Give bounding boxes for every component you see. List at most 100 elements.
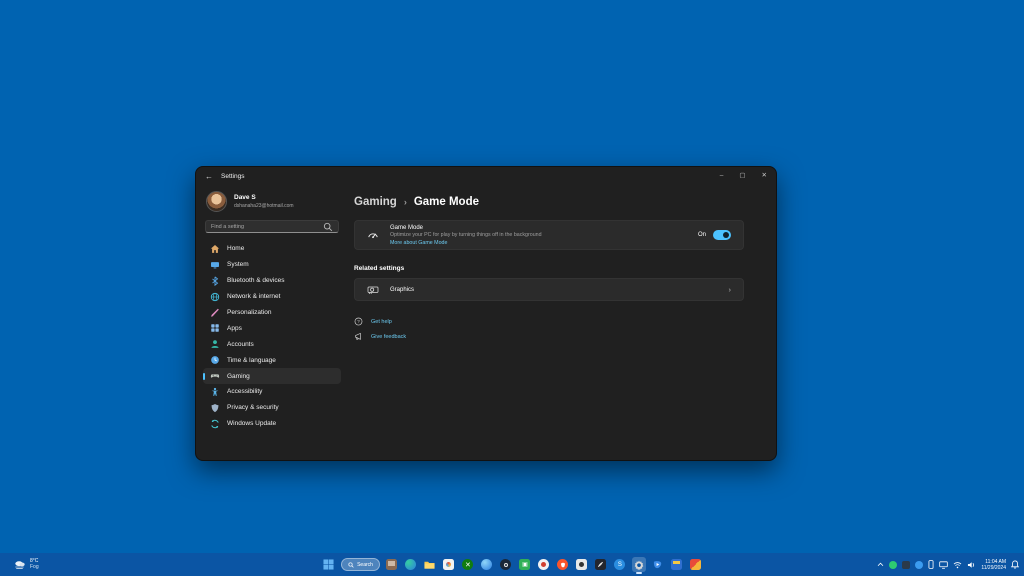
taskbar-app-media[interactable] <box>537 557 551 572</box>
antivirus-tray-icon[interactable] <box>889 561 897 569</box>
fog-cloud-icon <box>13 559 26 570</box>
settings-window: ← Settings – ▢ ✕ Dave S dshanaha23@hotma… <box>195 166 777 461</box>
game-mode-card[interactable]: Game Mode Optimize your PC for play by t… <box>354 220 744 250</box>
sidebar-item-bluetooth-devices[interactable]: Bluetooth & devices <box>203 273 341 289</box>
sidebar-item-windows-update[interactable]: Windows Update <box>203 416 341 432</box>
sidebar-item-system[interactable]: System <box>203 257 341 273</box>
taskbar-app-xbox[interactable]: ✕ <box>461 557 475 572</box>
wifi-icon[interactable] <box>953 561 962 569</box>
back-button[interactable]: ← <box>205 172 213 181</box>
chevron-right-icon: › <box>729 285 732 294</box>
breadcrumb: Gaming › Game Mode <box>354 196 744 208</box>
volume-icon[interactable] <box>967 561 976 569</box>
device-app-icon <box>386 559 397 570</box>
taskbar-app-edge[interactable] <box>404 557 418 572</box>
help-icon: ? <box>354 317 363 326</box>
search-input[interactable] <box>211 224 323 230</box>
titlebar: ← Settings – ▢ ✕ <box>196 167 776 185</box>
feedback-megaphone-icon <box>354 332 363 341</box>
sidebar-item-time-language[interactable]: Time & language <box>203 352 341 368</box>
graphics-label: Graphics <box>390 287 414 293</box>
taskbar-app-settings[interactable] <box>632 557 646 572</box>
taskbar-app-skype[interactable]: S <box>613 557 627 572</box>
copilot-icon <box>481 559 492 570</box>
taskbar-app-brave[interactable] <box>556 557 570 572</box>
sidebar-item-accounts[interactable]: Accounts <box>203 336 341 352</box>
phone-link-icon[interactable] <box>928 560 934 569</box>
taskbar-app-camera[interactable] <box>575 557 589 572</box>
sidebar-item-accessibility[interactable]: Accessibility <box>203 384 341 400</box>
dark-tray-app-icon[interactable] <box>902 561 910 569</box>
sidebar-item-home[interactable]: Home <box>203 241 341 257</box>
sidebar-item-privacy-security[interactable]: Privacy & security <box>203 400 341 416</box>
taskbar-app-copilot[interactable] <box>480 557 494 572</box>
toggle-knob <box>723 232 729 238</box>
taskbar-app-file-explorer[interactable] <box>423 557 437 572</box>
sidebar-item-label: System <box>227 261 249 268</box>
hidden-icons-chevron[interactable] <box>877 562 884 567</box>
desktop: ← Settings – ▢ ✕ Dave S dshanaha23@hotma… <box>0 0 1024 576</box>
give-feedback-link[interactable]: Give feedback <box>354 332 744 341</box>
game-mode-title: Game Mode <box>390 225 542 231</box>
maximize-button[interactable]: ▢ <box>739 173 745 180</box>
taskbar-app-device[interactable] <box>385 557 399 572</box>
taskbar-app-photos[interactable] <box>442 557 456 572</box>
more-about-game-mode-link[interactable]: More about Game Mode <box>390 240 542 246</box>
start-button[interactable] <box>321 557 336 572</box>
sidebar-item-label: Network & internet <box>227 293 280 300</box>
sidebar-item-label: Windows Update <box>227 420 276 427</box>
account-profile[interactable]: Dave S dshanaha23@hotmail.com <box>203 187 341 219</box>
sidebar-item-network-internet[interactable]: Network & internet <box>203 289 341 305</box>
sidebar-item-label: Privacy & security <box>227 404 279 411</box>
taskbar-app-movies-tv[interactable] <box>651 557 665 572</box>
taskbar-app-steam[interactable] <box>499 557 513 572</box>
give-feedback-label: Give feedback <box>371 334 406 340</box>
taskbar-search[interactable]: Search <box>341 558 380 571</box>
weather-widget[interactable]: 8°C Fog <box>13 559 39 571</box>
person-icon <box>210 339 220 349</box>
search-icon <box>323 222 333 232</box>
taskbar-center: Search ✕ ▣ S <box>321 553 703 576</box>
sidebar-item-label: Bluetooth & devices <box>227 277 284 284</box>
taskbar-app-security[interactable] <box>689 557 703 572</box>
breadcrumb-gaming[interactable]: Gaming <box>354 196 397 208</box>
brave-icon <box>557 559 568 570</box>
minimize-button[interactable]: – <box>720 173 724 180</box>
clock[interactable]: 11:04 AM 11/29/2024 <box>981 559 1006 571</box>
security-app-icon <box>690 559 701 570</box>
green-app-icon: ▣ <box>519 559 530 570</box>
taskbar-app-calculator[interactable] <box>670 557 684 572</box>
sidebar-item-label: Gaming <box>227 373 250 380</box>
apps-grid-icon <box>210 323 220 333</box>
sidebar-nav: Home System Bluetooth & devices Network … <box>203 241 341 432</box>
blue-tray-app-icon[interactable] <box>915 561 923 569</box>
page-title: Game Mode <box>414 196 479 208</box>
game-mode-toggle[interactable] <box>713 230 731 240</box>
settings-gear-icon <box>633 559 644 570</box>
taskbar-app-notes[interactable] <box>594 557 608 572</box>
clock-icon <box>210 355 220 365</box>
get-help-link[interactable]: ? Get help <box>354 317 744 326</box>
camera-app-icon <box>576 559 587 570</box>
breadcrumb-separator: › <box>404 197 407 207</box>
brush-icon <box>210 308 220 318</box>
search-box[interactable] <box>205 220 339 233</box>
folder-icon <box>424 559 435 570</box>
notification-bell-icon[interactable] <box>1011 560 1019 569</box>
svg-text:?: ? <box>357 319 360 325</box>
update-icon <box>210 419 220 429</box>
taskbar-app-green[interactable]: ▣ <box>518 557 532 572</box>
taskbar-search-label: Search <box>357 562 373 568</box>
weather-condition: Fog <box>30 565 39 571</box>
skype-icon: S <box>614 559 625 570</box>
close-button[interactable]: ✕ <box>762 173 767 180</box>
graphics-settings-row[interactable]: Graphics › <box>354 278 744 301</box>
main-pane: Gaming › Game Mode Game Mode Optimize yo… <box>348 185 776 460</box>
sidebar-item-gaming[interactable]: Gaming <box>203 368 341 384</box>
sidebar-item-label: Personalization <box>227 309 271 316</box>
sidebar-item-personalization[interactable]: Personalization <box>203 305 341 321</box>
quill-app-icon <box>595 559 606 570</box>
sidebar-item-apps[interactable]: Apps <box>203 320 341 336</box>
display-icon[interactable] <box>939 561 948 569</box>
controller-icon <box>210 371 220 381</box>
